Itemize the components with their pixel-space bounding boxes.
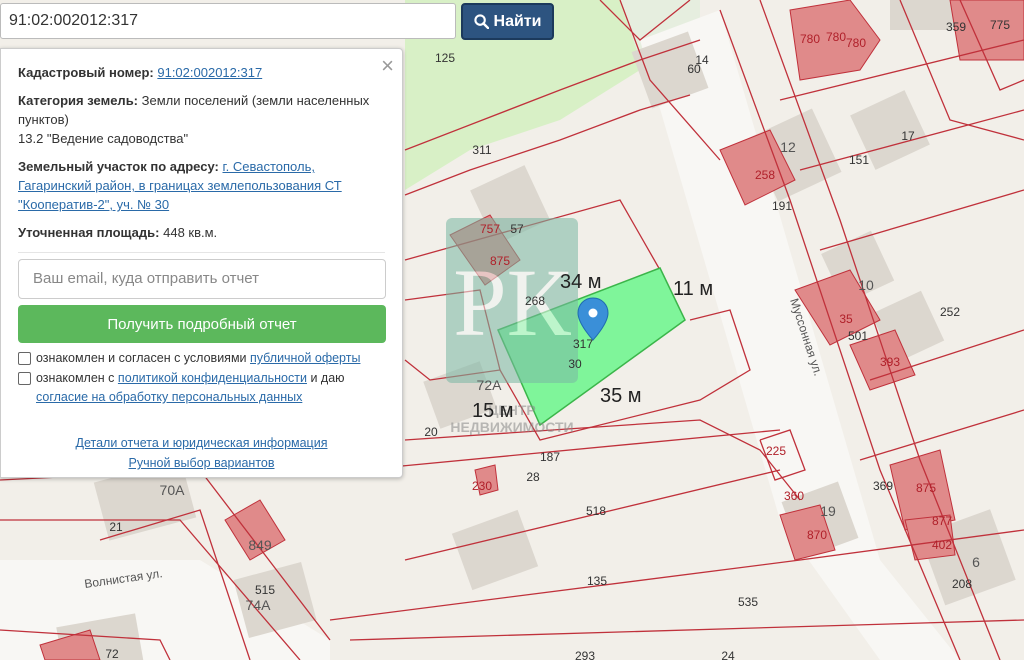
manual-selection-link[interactable]: Ручной выбор вариантов	[129, 456, 275, 470]
parcel-number-label: 258	[755, 168, 775, 182]
consent-offer-checkbox-row: ознакомлен и согласен с условиями публич…	[18, 349, 385, 368]
parcel-number-label: 780	[800, 32, 820, 46]
parcel-number-label: 191	[772, 199, 792, 213]
parcel-number-label: 20	[424, 425, 438, 439]
parcel-number-label: 30	[568, 357, 582, 371]
parcel-number-label: 359	[946, 20, 966, 34]
close-icon[interactable]: ×	[381, 53, 394, 79]
consent-privacy-label-a: ознакомлен с	[36, 371, 115, 385]
parcel-number-label: 369	[873, 479, 893, 493]
consent-privacy-checkbox[interactable]	[18, 372, 31, 385]
watermark-letters: РК	[453, 249, 571, 356]
parcel-number-label: 125	[435, 51, 455, 65]
parcel-number-label: 35	[839, 312, 853, 326]
search-icon	[473, 14, 489, 29]
consent-privacy-text: ознакомлен с политикой конфиденциальност…	[36, 369, 385, 407]
parcel-number-label: 875	[490, 254, 510, 268]
cadastral-label: Кадастровый номер:	[18, 65, 154, 80]
parcel-number-label: 317	[573, 337, 593, 351]
dimension-label-top: 34 м	[560, 271, 602, 293]
parcel-number-label: 252	[940, 305, 960, 319]
category-row: Категория земель: Земли поселений (земли…	[18, 91, 385, 148]
parcel-number-label: 518	[586, 504, 606, 518]
category-sub: 13.2 "Ведение садоводства"	[18, 131, 189, 146]
parcel-number-label: 311	[472, 143, 491, 157]
public-offer-link[interactable]: публичной оферты	[250, 351, 360, 365]
parcel-number-label: 17	[901, 129, 915, 143]
personal-data-consent-link[interactable]: согласие на обработку персональных данны…	[36, 390, 302, 404]
email-field[interactable]: Ваш email, куда отправить отчет	[18, 259, 386, 299]
address-row: Земельный участок по адресу: г. Севастоп…	[18, 157, 385, 214]
dimension-label-bottom: 35 м	[600, 385, 642, 407]
consent-offer-text: ознакомлен и согласен с условиями публич…	[36, 349, 360, 368]
parcel-number-label: 14	[695, 53, 709, 67]
parcel-number-label: 501	[848, 329, 868, 343]
parcel-number-label: 135	[587, 574, 607, 588]
parcel-number-label: 870	[807, 528, 827, 542]
parcel-number-label: 849	[248, 537, 272, 553]
parcel-number-label: 535	[738, 595, 758, 609]
parcel-number-label: 19	[820, 503, 836, 519]
parcel-number-label: 780	[826, 30, 846, 44]
consent-privacy-label-b: и даю	[310, 371, 345, 385]
parcel-number-label: 268	[525, 294, 545, 308]
consent-privacy-checkbox-row: ознакомлен с политикой конфиденциальност…	[18, 369, 385, 407]
area-value: 448 кв.м.	[163, 225, 218, 240]
category-label: Категория земель:	[18, 93, 139, 108]
get-report-button[interactable]: Получить подробный отчет	[18, 305, 386, 343]
divider	[18, 252, 385, 253]
info-panel: × Кадастровый номер: 91:02:002012:317 Ка…	[0, 48, 403, 478]
cadastral-link[interactable]: 91:02:002012:317	[157, 65, 262, 80]
parcel-number-label: 24	[721, 649, 735, 660]
consent-offer-checkbox[interactable]	[18, 352, 31, 365]
search-button[interactable]: Найти	[461, 3, 554, 40]
cadastral-row: Кадастровый номер: 91:02:002012:317	[18, 63, 385, 82]
parcel-number-label: 225	[766, 444, 786, 458]
parcel-number-label: 360	[784, 489, 804, 503]
parcel-number-label: 72А	[477, 377, 503, 393]
parcel-number-label: 402	[932, 538, 952, 552]
parcel-number-label: 775	[990, 18, 1010, 32]
parcel-number-label: 230	[472, 479, 492, 493]
report-details-link[interactable]: Детали отчета и юридическая информация	[76, 436, 328, 450]
search-input[interactable]: 91:02:002012:317	[0, 3, 456, 39]
dimension-label-left: 15 м	[472, 400, 514, 422]
area-label: Уточненная площадь:	[18, 225, 160, 240]
parcel-number-label: 393	[880, 355, 900, 369]
bottom-links: Детали отчета и юридическая информация Р…	[18, 433, 385, 473]
parcel-number-label: 877	[932, 514, 952, 528]
parcel-number-label: 187	[540, 450, 560, 464]
address-label: Земельный участок по адресу:	[18, 159, 219, 174]
parcel-number-label: 28	[526, 470, 540, 484]
parcel-number-label: 875	[916, 481, 936, 495]
parcel-number-label: 12	[780, 139, 796, 155]
parcel-number-label: 72	[105, 647, 119, 660]
parcel-number-label: 57	[510, 222, 524, 236]
parcel-number-label: 21	[109, 520, 123, 534]
parcel-number-label: 151	[849, 153, 869, 167]
parcel-number-label: 74А	[246, 597, 272, 613]
consent-offer-label: ознакомлен и согласен с условиями	[36, 351, 247, 365]
parcel-number-label: 780	[846, 36, 866, 50]
search-button-label: Найти	[493, 12, 542, 30]
area-row: Уточненная площадь: 448 кв.м.	[18, 223, 385, 242]
privacy-policy-link[interactable]: политикой конфиденциальности	[118, 371, 307, 385]
parcel-number-label: 70А	[160, 482, 186, 498]
parcel-number-label: 208	[952, 577, 972, 591]
parcel-number-label: 10	[858, 277, 874, 293]
parcel-number-label: 6	[972, 554, 980, 570]
parcel-number-label: 293	[575, 649, 595, 660]
parcel-number-label: 757	[480, 222, 500, 236]
parcel-number-label: 515	[255, 583, 275, 597]
dimension-label-right: 11 м	[673, 278, 713, 300]
